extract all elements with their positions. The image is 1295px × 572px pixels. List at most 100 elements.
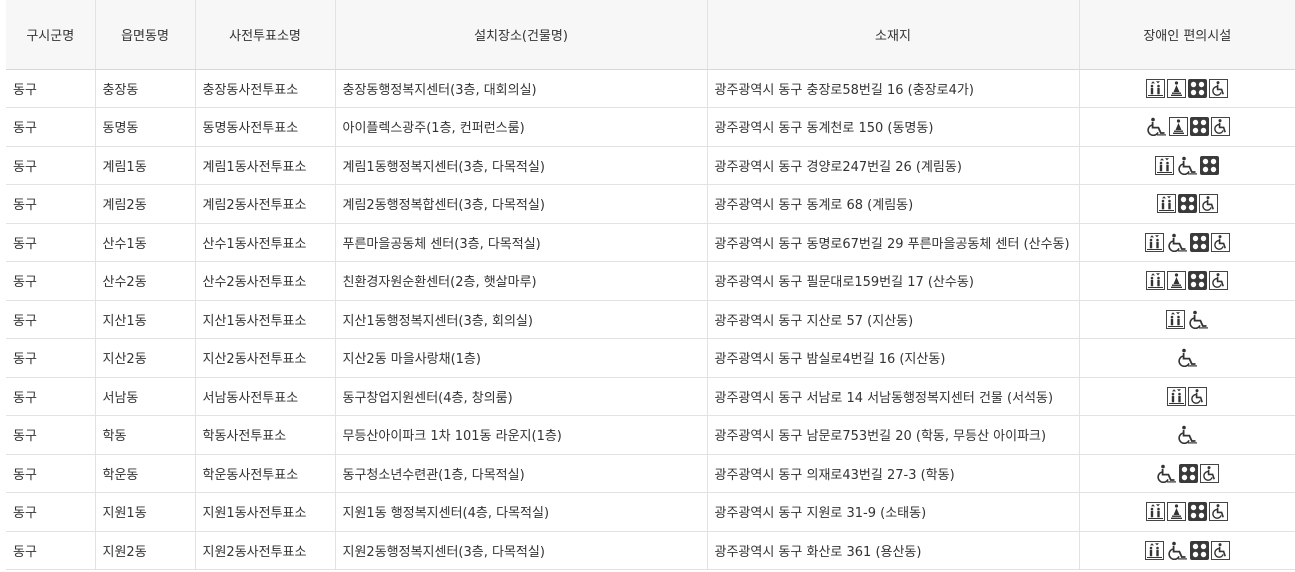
braille-icon xyxy=(1188,78,1208,98)
cell-dong: 동명동 xyxy=(94,107,195,147)
cell-place: 계림1동행정복지센터(3층, 다목적실) xyxy=(334,146,707,185)
cell-dong: 학운동 xyxy=(94,454,195,493)
cell-place: 지산1동행정복지센터(3층, 회의실) xyxy=(334,300,707,339)
cell-station: 서남동사전투표소 xyxy=(194,377,335,416)
table-row: 동구 산수1동 산수1동사전투표소 푸른마을공동체 센터(3층, 다목적실) 광주광역시… xyxy=(6,223,1295,262)
elevator-icon xyxy=(1146,502,1166,522)
cell-address: 광주광역시 동구 의재로43번길 27-3 (학동) xyxy=(706,454,1079,493)
header-place: 설치장소(건물명) xyxy=(334,0,707,70)
cell-station: 지원1동사전투표소 xyxy=(194,492,335,532)
cell-place: 계림2동행정복합센터(3층, 다목적실) xyxy=(334,184,707,224)
cell-facilities xyxy=(1078,338,1295,378)
toilet-icon xyxy=(1209,502,1229,522)
cell-place: 지원2동행정복지센터(3층, 다목적실) xyxy=(334,531,707,570)
cell-facilities xyxy=(1078,107,1295,147)
cell-facilities xyxy=(1078,184,1295,224)
wheelchair-icon xyxy=(1145,117,1167,137)
elevator-icon xyxy=(1144,540,1164,560)
cell-sigungu: 동구 xyxy=(6,377,95,416)
braille-icon xyxy=(1189,232,1209,252)
cell-address: 광주광역시 동구 서남로 14 서남동행정복지센터 건물 (서석동) xyxy=(706,377,1079,416)
cell-place: 무등산아이파크 1차 101동 라운지(1층) xyxy=(334,415,707,455)
cell-dong: 지원2동 xyxy=(94,531,195,570)
table-row: 동구 서남동 서남동사전투표소 동구창업지원센터(4층, 창의룸) 광주광역시 동구 서… xyxy=(6,377,1295,416)
elevator-icon xyxy=(1155,155,1175,175)
table-header-row: 구시군명 읍면동명 사전투표소명 설치장소(건물명) 소재지 장애인 편의시설 xyxy=(6,0,1295,70)
cell-dong: 계림2동 xyxy=(94,184,195,224)
cell-station: 계림2동사전투표소 xyxy=(194,184,335,224)
cell-dong: 산수1동 xyxy=(94,223,195,262)
cell-address: 광주광역시 동구 경양로247번길 26 (계림동) xyxy=(706,146,1079,185)
cell-address: 광주광역시 동구 남문로753번길 20 (학동, 무등산 아이파크) xyxy=(706,415,1079,455)
braille-icon xyxy=(1188,271,1208,291)
cell-address: 광주광역시 동구 필문대로159번길 17 (산수동) xyxy=(706,261,1079,301)
table-body: 동구 충장동 충장동사전투표소 충장동행정복지센터(3층, 대회의실) 광주광역시 동구… xyxy=(6,69,1295,570)
toilet-icon xyxy=(1198,194,1218,214)
cell-address: 광주광역시 동구 동계천로 150 (동명동) xyxy=(706,107,1079,147)
header-station: 사전투표소명 xyxy=(194,0,335,70)
wheelchair-icon xyxy=(1176,156,1198,175)
table-row: 동구 계림1동 계림1동사전투표소 계림1동행정복지센터(3층, 다목적실) 광주광역시… xyxy=(6,146,1295,185)
cell-station: 지산2동사전투표소 xyxy=(194,338,335,378)
wheelchair-icon xyxy=(1166,233,1188,252)
cell-facilities xyxy=(1078,492,1295,532)
table-row: 동구 학운동 학운동사전투표소 동구청소년수련관(1층, 다목적실) 광주광역시 동구 … xyxy=(6,454,1295,493)
cell-station: 충장동사전투표소 xyxy=(194,69,335,108)
cell-facilities xyxy=(1078,415,1295,455)
cell-station: 학운동사전투표소 xyxy=(194,454,335,493)
table-row: 동구 지원2동 지원2동사전투표소 지원2동행정복지센터(3층, 다목적실) 광주광역시… xyxy=(6,531,1295,570)
toilet-icon xyxy=(1188,386,1208,406)
table-row: 동구 학동 학동사전투표소 무등산아이파크 1차 101동 라운지(1층) 광주광역시 … xyxy=(6,415,1295,455)
polling-station-table: 구시군명 읍면동명 사전투표소명 설치장소(건물명) 소재지 장애인 편의시설 … xyxy=(6,0,1295,570)
cell-place: 푸른마을공동체 센터(3층, 다목적실) xyxy=(334,223,707,262)
cell-sigungu: 동구 xyxy=(6,146,95,185)
cell-station: 학동사전투표소 xyxy=(194,415,335,455)
elevator-icon xyxy=(1144,232,1164,252)
toilet-icon xyxy=(1210,232,1230,252)
polling-station-table-container: 구시군명 읍면동명 사전투표소명 설치장소(건물명) 소재지 장애인 편의시설 … xyxy=(0,0,1295,572)
cell-dong: 서남동 xyxy=(94,377,195,416)
cell-station: 동명동사전투표소 xyxy=(194,107,335,147)
cell-facilities xyxy=(1078,69,1295,108)
cell-sigungu: 동구 xyxy=(6,223,95,262)
cell-sigungu: 동구 xyxy=(6,454,95,493)
cell-station: 지원2동사전투표소 xyxy=(194,531,335,570)
wheelchair-icon xyxy=(1176,425,1198,445)
elevator-icon xyxy=(1167,386,1187,406)
table-row: 동구 충장동 충장동사전투표소 충장동행정복지센터(3층, 대회의실) 광주광역시 동구… xyxy=(6,69,1295,108)
wheelchair-icon xyxy=(1187,310,1209,329)
slope-icon xyxy=(1168,117,1188,137)
cell-dong: 계림1동 xyxy=(94,146,195,185)
braille-icon xyxy=(1189,540,1209,560)
table-row: 동구 동명동 동명동사전투표소 아이플렉스광주(1층, 컨퍼런스룸) 광주광역시 동구 … xyxy=(6,107,1295,147)
cell-address: 광주광역시 동구 화산로 361 (용산동) xyxy=(706,531,1079,570)
cell-place: 지산2동 마을사랑채(1층) xyxy=(334,338,707,378)
table-row: 동구 계림2동 계림2동사전투표소 계림2동행정복합센터(3층, 다목적실) 광주광역시… xyxy=(6,184,1295,224)
cell-sigungu: 동구 xyxy=(6,531,95,570)
cell-facilities xyxy=(1078,300,1295,339)
wheelchair-icon xyxy=(1166,541,1188,560)
cell-sigungu: 동구 xyxy=(6,184,95,224)
cell-place: 동구창업지원센터(4층, 창의룸) xyxy=(334,377,707,416)
cell-station: 계림1동사전투표소 xyxy=(194,146,335,185)
cell-place: 아이플렉스광주(1층, 컨퍼런스룸) xyxy=(334,107,707,147)
elevator-icon xyxy=(1146,78,1166,98)
cell-sigungu: 동구 xyxy=(6,415,95,455)
cell-place: 충장동행정복지센터(3층, 대회의실) xyxy=(334,69,707,108)
cell-address: 광주광역시 동구 지원로 31-9 (소태동) xyxy=(706,492,1079,532)
cell-address: 광주광역시 동구 지산로 57 (지산동) xyxy=(706,300,1079,339)
cell-dong: 산수2동 xyxy=(94,261,195,301)
cell-facilities xyxy=(1078,377,1295,416)
cell-address: 광주광역시 동구 동명로67번길 29 푸른마을공동체 센터 (산수동) xyxy=(706,223,1079,262)
braille-icon xyxy=(1177,194,1197,214)
cell-place: 친환경자원순환센터(2층, 햇살마루) xyxy=(334,261,707,301)
slope-icon xyxy=(1167,78,1187,98)
cell-dong: 지산1동 xyxy=(94,300,195,339)
cell-facilities xyxy=(1078,454,1295,493)
toilet-icon xyxy=(1210,540,1230,560)
elevator-icon xyxy=(1165,309,1185,329)
cell-dong: 충장동 xyxy=(94,69,195,108)
cell-dong: 지원1동 xyxy=(94,492,195,532)
cell-sigungu: 동구 xyxy=(6,300,95,339)
slope-icon xyxy=(1167,271,1187,291)
